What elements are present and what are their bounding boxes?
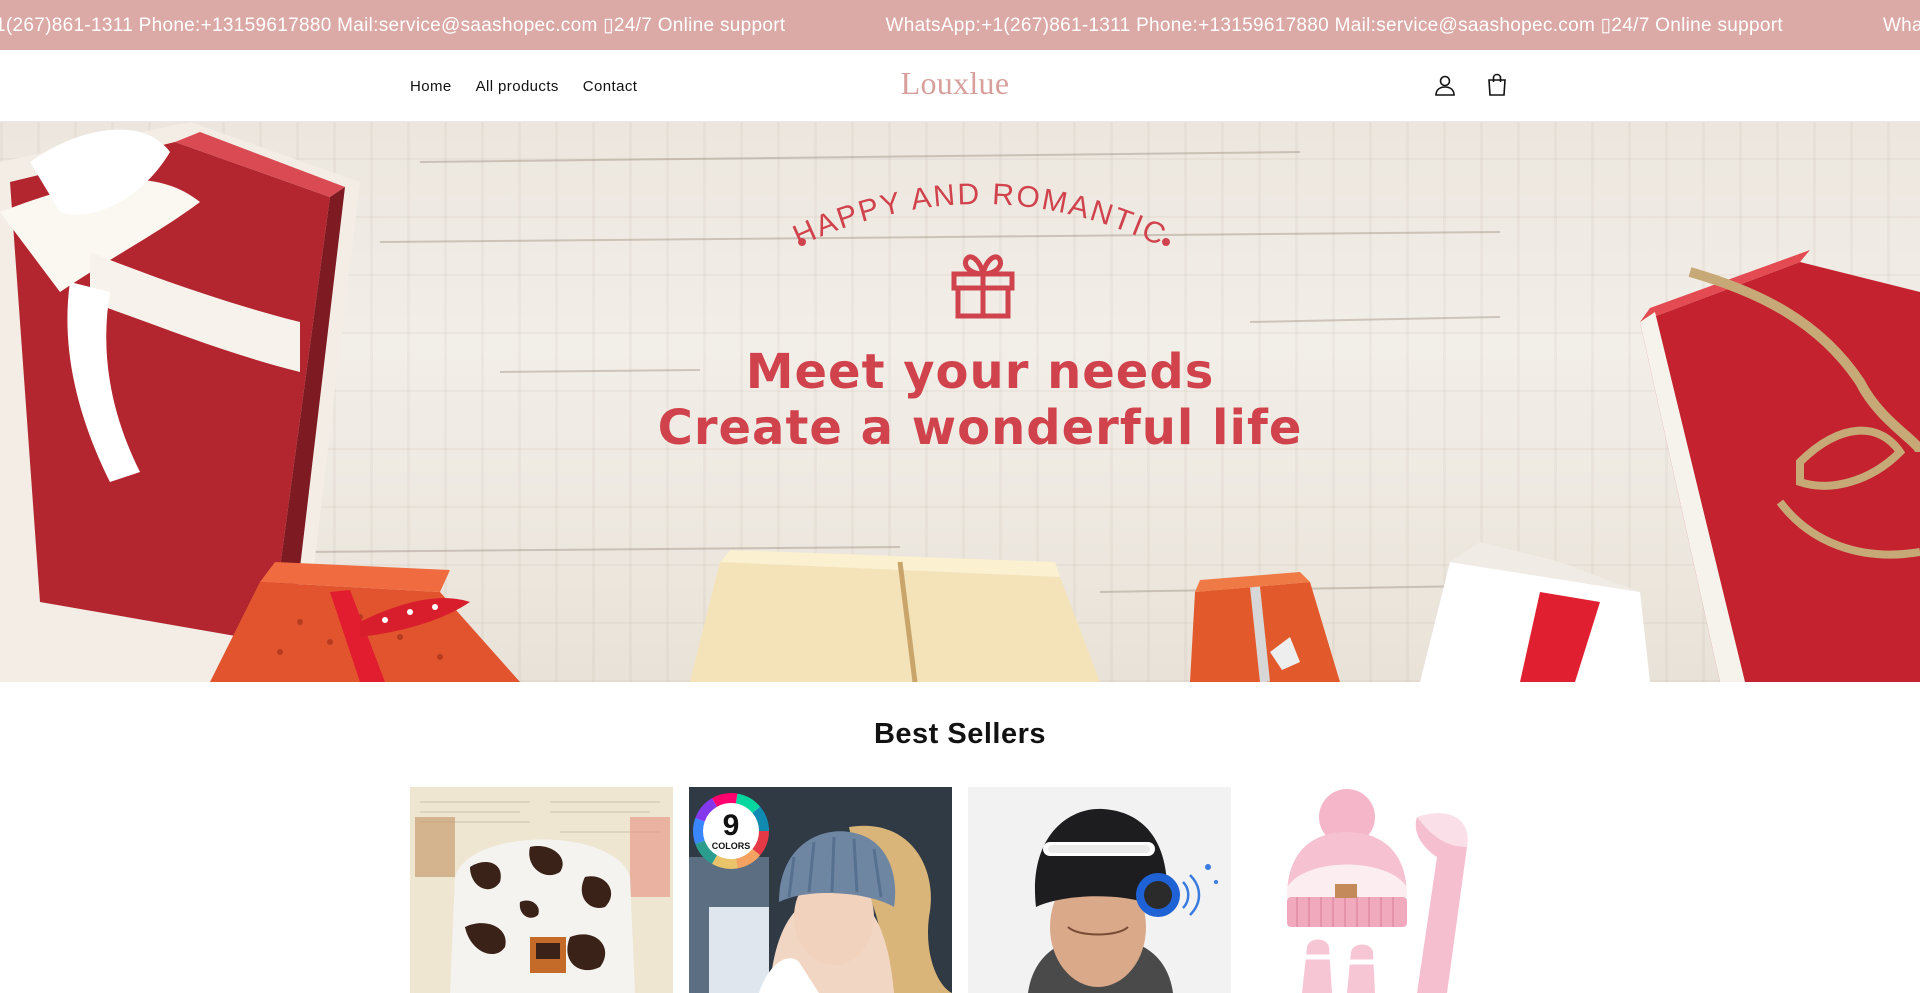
account-icon[interactable]: [1430, 70, 1460, 100]
announcement-bar: WhatsApp:+1(267)861-1311 Phone:+13159617…: [0, 0, 1920, 50]
product-badge-text: COLORS: [712, 841, 751, 851]
site-logo[interactable]: Louxlue: [0, 65, 1910, 102]
product-card-led-beanie[interactable]: [968, 787, 1231, 993]
announcement-track: WhatsApp:+1(267)861-1311 Phone:+13159617…: [0, 0, 1920, 50]
best-sellers-title: Best Sellers: [873, 718, 1047, 750]
svg-text:HAPPY AND ROMANTIC: HAPPY AND ROMANTIC: [788, 178, 1172, 252]
product-image: 9 COLORS: [689, 787, 952, 993]
announcement-text: WhatsApp:+1(267)861-1311 Phone:+13159617…: [0, 14, 786, 36]
gift-icon: [951, 254, 1015, 319]
announcement-text: WhatsApp:+1(267)861-1311 Phone:+13159617…: [885, 14, 1783, 36]
product-image: [410, 787, 673, 993]
hero-kicker-text: HAPPY AND ROMANTIC: [788, 178, 1170, 252]
product-card-pink-winter-set[interactable]: [1247, 787, 1510, 993]
hero-subheadline: Create a wonderful life: [657, 400, 1303, 456]
hero-headline: Meet your needs: [745, 344, 1215, 400]
header-icons: [1430, 70, 1512, 100]
product-image: [968, 787, 1231, 993]
product-card-ponytail-beanie[interactable]: 9 COLORS: [689, 787, 952, 993]
product-image: [1247, 787, 1510, 993]
product-grid: 9 COLORS: [410, 787, 1510, 993]
site-header: Home All products Contact Louxlue: [0, 50, 1920, 122]
cart-icon[interactable]: [1482, 70, 1512, 100]
hero-banner[interactable]: HAPPY AND ROMANTIC Meet your needs Creat…: [0, 122, 1920, 682]
announcement-text: WhatsApp:+1(267)861-1311 Phone:+13159617…: [1882, 14, 1920, 36]
product-badge-number: 9: [723, 809, 740, 842]
hero-kicker-arc: HAPPY AND ROMANTIC: [788, 178, 1172, 252]
product-card-cow-print-beanie[interactable]: [410, 787, 673, 993]
